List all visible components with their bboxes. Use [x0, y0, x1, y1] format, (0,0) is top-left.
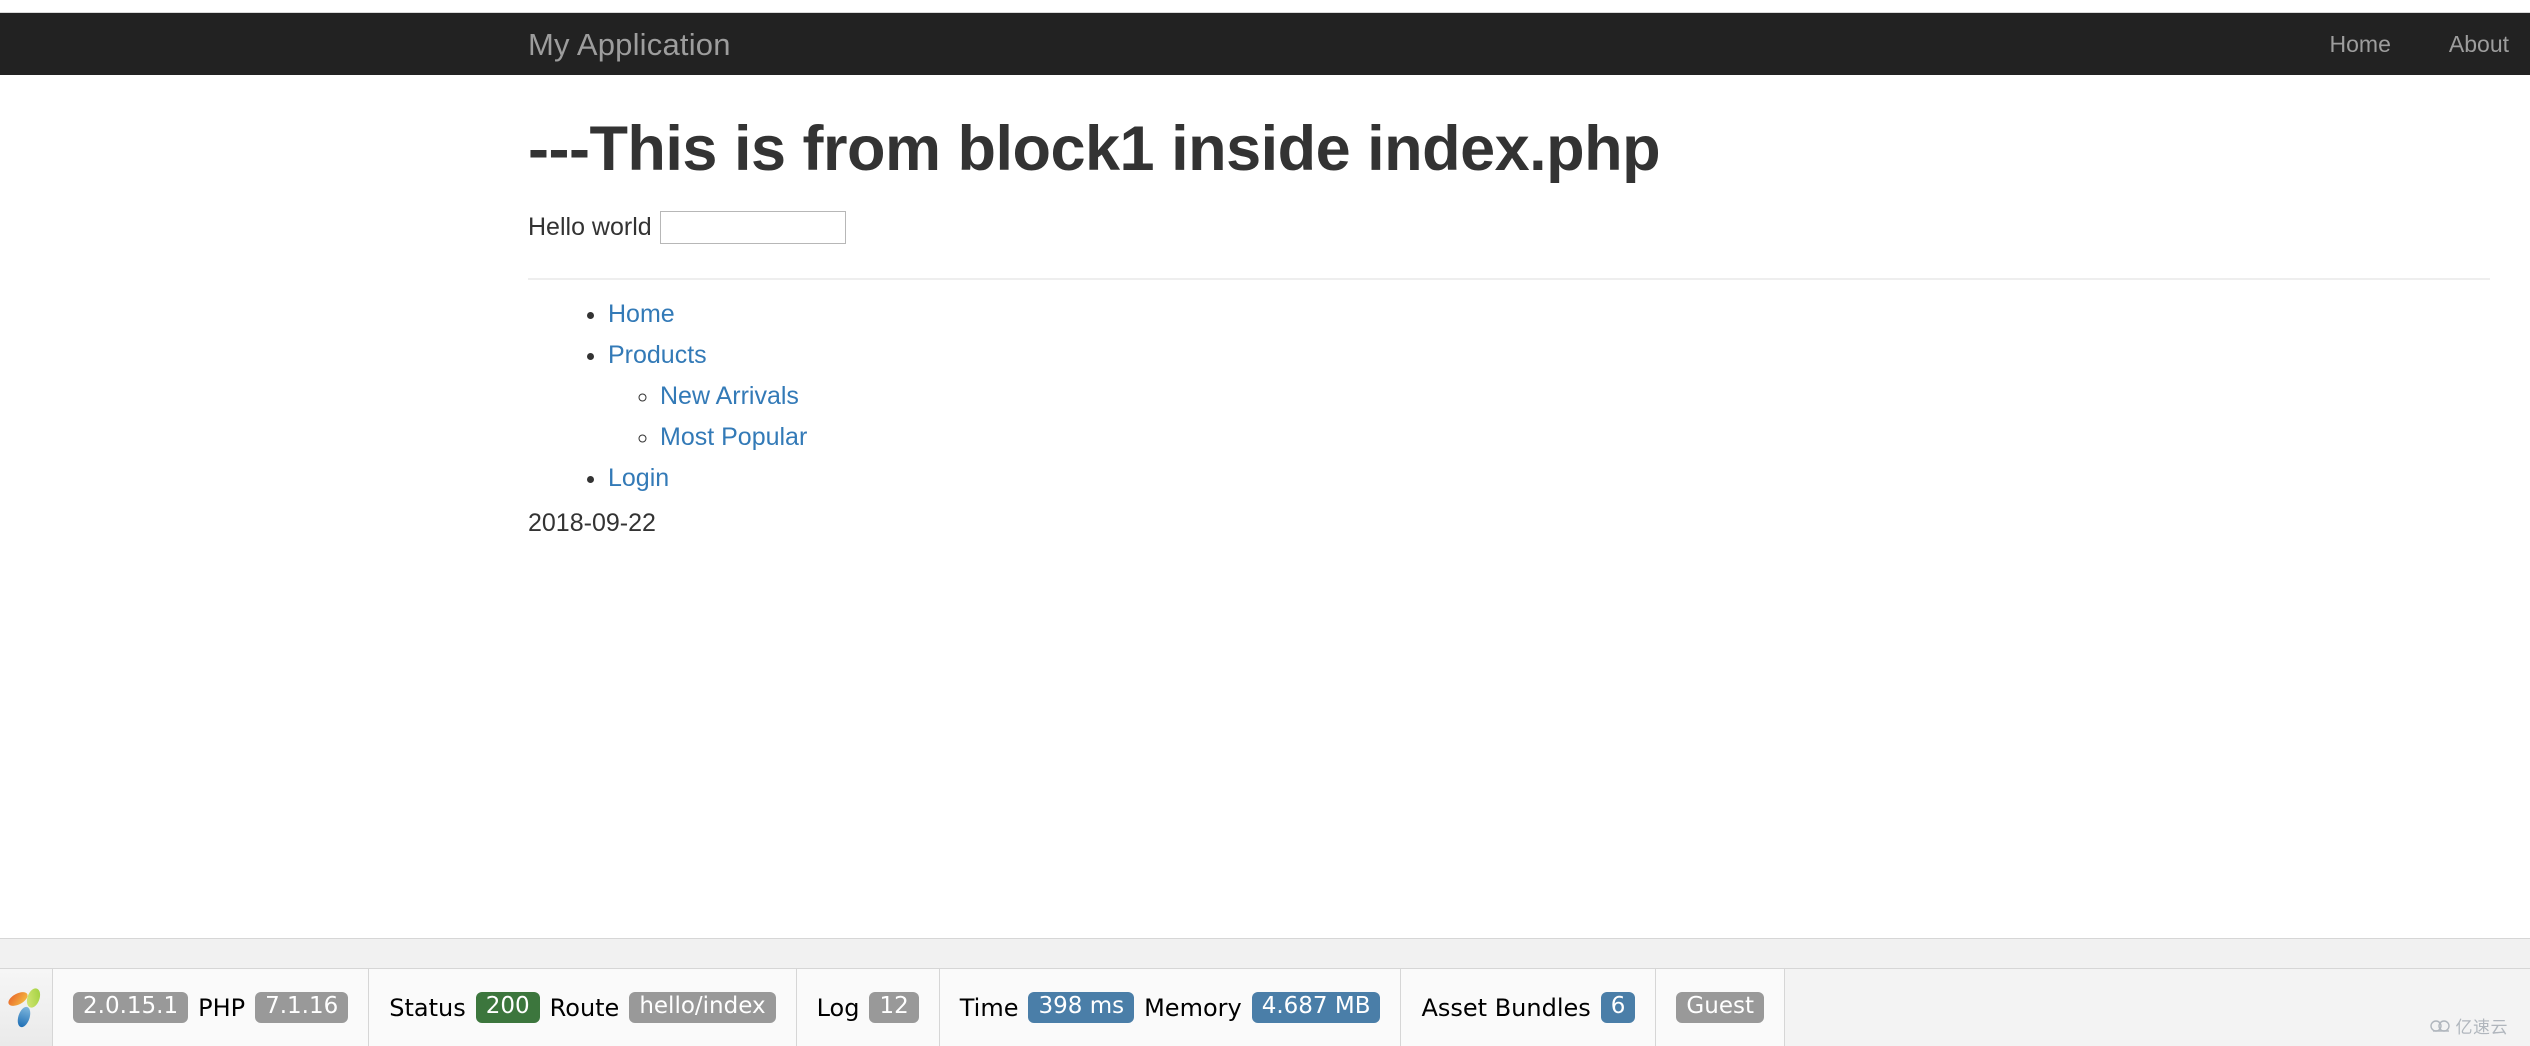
time-label: Time	[959, 993, 1019, 1022]
navbar-links: Home About	[2301, 13, 2530, 75]
debug-toolbar-filler: 亿速云	[1784, 969, 2530, 1046]
nav-link-home[interactable]: Home	[2301, 13, 2420, 75]
list-item: New Arrivals	[660, 384, 2490, 409]
debug-block-user[interactable]: Guest	[1656, 969, 1785, 1046]
memory-label: Memory	[1144, 993, 1242, 1022]
page-top-strip	[0, 0, 2530, 13]
nav-link-about[interactable]: About	[2420, 13, 2530, 75]
debug-toolbar: 2.0.15.1 PHP 7.1.16 Status 200 Route hel…	[0, 938, 2530, 1046]
navbar: My Application Home About	[0, 13, 2530, 75]
log-label: Log	[816, 993, 860, 1022]
debug-toolbar-bar: 2.0.15.1 PHP 7.1.16 Status 200 Route hel…	[0, 968, 2530, 1046]
list-link-home[interactable]: Home	[608, 300, 675, 328]
watermark-text: 亿速云	[2455, 1018, 2508, 1038]
debug-block-log[interactable]: Log 12	[796, 969, 940, 1046]
debug-block-request[interactable]: Status 200 Route hello/index	[369, 969, 797, 1046]
debug-block-version[interactable]: 2.0.15.1 PHP 7.1.16	[53, 969, 370, 1046]
cloud-icon	[2429, 1019, 2450, 1032]
content-divider	[528, 278, 2490, 281]
navbar-brand[interactable]: My Application	[0, 29, 731, 60]
status-badge: 200	[475, 992, 540, 1023]
list-item: Most Popular	[660, 425, 2490, 450]
route-badge: hello/index	[629, 992, 776, 1023]
list-link-most-popular[interactable]: Most Popular	[660, 423, 807, 451]
time-badge: 398 ms	[1028, 992, 1135, 1023]
page-title: ---This is from block1 inside index.php	[528, 114, 1661, 184]
status-label: Status	[389, 993, 466, 1022]
route-label: Route	[549, 993, 620, 1022]
nav-link-list: Home Products New Arrivals Most Popular …	[528, 302, 2490, 491]
yii-logo-icon	[8, 987, 41, 1027]
hello-world-label: Hello world	[528, 213, 652, 242]
list-link-new-arrivals[interactable]: New Arrivals	[660, 382, 799, 410]
hello-world-input[interactable]	[659, 211, 846, 245]
php-label: PHP	[198, 993, 246, 1022]
asset-bundles-badge: 6	[1600, 992, 1636, 1023]
log-count-badge: 12	[869, 992, 919, 1023]
asset-bundles-label: Asset Bundles	[1421, 993, 1591, 1022]
debug-block-assets[interactable]: Asset Bundles 6	[1401, 969, 1657, 1046]
main-content: ---This is from block1 inside index.php …	[0, 75, 2530, 536]
list-link-login[interactable]: Login	[608, 464, 669, 492]
memory-badge: 4.687 MB	[1251, 992, 1381, 1023]
date-text: 2018-09-22	[528, 509, 656, 538]
user-badge: Guest	[1676, 992, 1764, 1023]
list-link-products[interactable]: Products	[608, 341, 707, 369]
yii-version-badge: 2.0.15.1	[73, 992, 189, 1023]
list-item: Products New Arrivals Most Popular	[608, 343, 2490, 450]
debug-block-profiling[interactable]: Time 398 ms Memory 4.687 MB	[939, 969, 1402, 1046]
list-item: Login	[608, 466, 2490, 491]
yii-logo-button[interactable]	[0, 969, 53, 1046]
nav-sublist-products: New Arrivals Most Popular	[608, 384, 2490, 450]
php-version-badge: 7.1.16	[255, 992, 349, 1023]
hello-world-row: Hello world	[528, 211, 2490, 245]
list-item: Home	[608, 302, 2490, 327]
watermark: 亿速云	[2429, 1013, 2509, 1038]
